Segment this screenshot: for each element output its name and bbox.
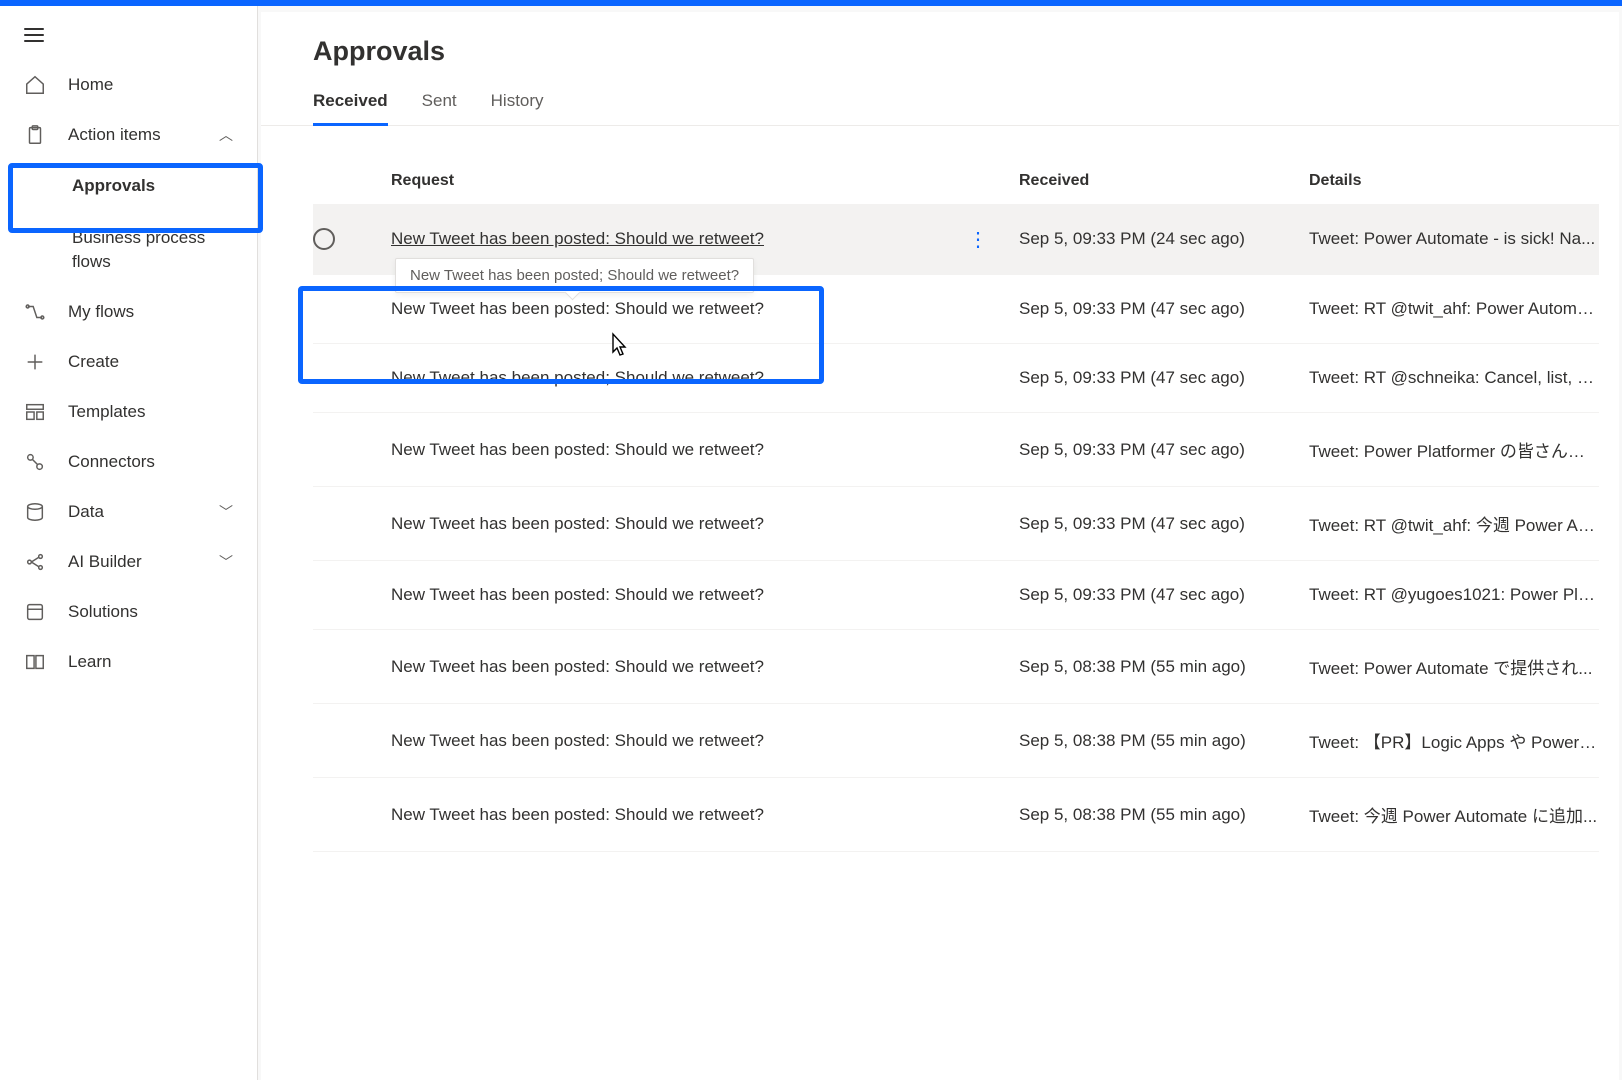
tab-history[interactable]: History: [491, 91, 544, 125]
sidebar-item-label: Action items: [68, 125, 161, 145]
tabs: Received Sent History: [261, 91, 1619, 126]
home-icon: [24, 74, 46, 96]
templates-icon: [24, 401, 46, 423]
sidebar-subitem-business-process-flows[interactable]: Business process flows: [0, 212, 257, 288]
row-received: Sep 5, 09:33 PM (47 sec ago): [1019, 440, 1309, 460]
row-received: Sep 5, 09:33 PM (24 sec ago): [1019, 229, 1309, 249]
row-received: Sep 5, 09:33 PM (47 sec ago): [1019, 299, 1309, 319]
approval-request-link[interactable]: New Tweet has been posted: Should we ret…: [391, 585, 764, 604]
content-area: Approvals Received Sent History Request Re…: [258, 6, 1622, 1080]
row-received: Sep 5, 08:38 PM (55 min ago): [1019, 657, 1309, 677]
row-received: Sep 5, 08:38 PM (55 min ago): [1019, 731, 1309, 751]
table-row[interactable]: New Tweet has been posted: Should we ret…: [313, 413, 1599, 487]
row-details: Tweet: RT @twit_ahf: 今週 Power Aut...: [1309, 511, 1599, 536]
sidebar-item-ai-builder[interactable]: AI Builder ﹀: [0, 537, 257, 587]
row-received: Sep 5, 09:33 PM (47 sec ago): [1019, 514, 1309, 534]
sidebar-item-home[interactable]: Home: [0, 60, 257, 110]
row-details: Tweet: RT @yugoes1021: Power Platf...: [1309, 585, 1599, 605]
table-row[interactable]: New Tweet has been posted: Should we ret…: [313, 704, 1599, 778]
sidebar: Home Action items ︿ ApprovalsBusiness proce…: [0, 6, 258, 1080]
sidebar-item-connectors[interactable]: Connectors: [0, 437, 257, 487]
solutions-icon: [24, 601, 46, 623]
approval-request-link[interactable]: New Tweet has been posted: Should we ret…: [391, 805, 764, 824]
sidebar-item-data[interactable]: Data ﹀: [0, 487, 257, 537]
row-tooltip: New Tweet has been posted; Should we ret…: [395, 258, 754, 293]
plus-icon: [24, 351, 46, 373]
table-row[interactable]: New Tweet has been posted: Should we ret…: [313, 561, 1599, 630]
sidebar-item-create[interactable]: Create: [0, 337, 257, 387]
sidebar-item-my-flows[interactable]: My flows: [0, 287, 257, 337]
hamburger-button[interactable]: [0, 18, 257, 60]
approval-request-link[interactable]: New Tweet has been posted; Should we ret…: [391, 368, 764, 387]
sidebar-item-label: Templates: [68, 402, 145, 422]
row-details: Tweet: Power Platformer の皆さん、 ...: [1309, 437, 1599, 462]
sidebar-subitem-approvals[interactable]: Approvals: [0, 160, 257, 212]
approval-request-link[interactable]: New Tweet has been posted: Should we ret…: [391, 731, 764, 750]
column-request[interactable]: Request: [391, 172, 1019, 190]
page-title: Approvals: [261, 36, 1619, 67]
table-row[interactable]: New Tweet has been posted: Should we ret…: [313, 487, 1599, 561]
row-details: Tweet: 【PR】Logic Apps や Power A...: [1309, 728, 1599, 753]
column-received[interactable]: Received: [1019, 172, 1309, 190]
sidebar-item-label: Data: [68, 502, 104, 522]
data-icon: [24, 501, 46, 523]
tab-received[interactable]: Received: [313, 91, 388, 125]
sidebar-item-label: AI Builder: [68, 552, 142, 572]
row-received: Sep 5, 09:33 PM (47 sec ago): [1019, 585, 1309, 605]
row-details: Tweet: RT @schneika: Cancel, list, rea..…: [1309, 368, 1599, 388]
column-details[interactable]: Details: [1309, 172, 1599, 190]
connectors-icon: [24, 451, 46, 473]
approval-request-link[interactable]: New Tweet has been posted: Should we ret…: [391, 514, 764, 533]
sidebar-item-label: Home: [68, 75, 113, 95]
clipboard-icon: [24, 124, 46, 146]
approvals-table: Request Received Details New Tweet has b…: [261, 126, 1619, 852]
approval-request-link[interactable]: New Tweet has been posted: Should we ret…: [391, 440, 764, 459]
row-more-icon[interactable]: ⋮: [967, 227, 989, 252]
row-select-radio[interactable]: [313, 228, 335, 250]
sidebar-item-label: Create: [68, 352, 119, 372]
table-header: Request Received Details: [313, 126, 1599, 204]
sidebar-item-action-items[interactable]: Action items ︿: [0, 110, 257, 160]
chevron-up-icon: ︿: [219, 125, 233, 145]
ai-builder-icon: [24, 551, 46, 573]
sidebar-item-learn[interactable]: Learn: [0, 637, 257, 687]
sidebar-item-label: Solutions: [68, 602, 138, 622]
row-received: Sep 5, 08:38 PM (55 min ago): [1019, 805, 1309, 825]
learn-icon: [24, 651, 46, 673]
chevron-down-icon: ﹀: [219, 552, 233, 572]
row-details: Tweet: 今週 Power Automate に追加...: [1309, 802, 1599, 827]
approval-request-link[interactable]: New Tweet has been posted: Should we ret…: [391, 657, 764, 676]
table-row[interactable]: New Tweet has been posted: Should we ret…: [313, 778, 1599, 852]
sidebar-item-templates[interactable]: Templates: [0, 387, 257, 437]
table-row[interactable]: New Tweet has been posted; Should we ret…: [313, 344, 1599, 413]
chevron-down-icon: ﹀: [219, 502, 233, 522]
tab-sent[interactable]: Sent: [422, 91, 457, 125]
approval-request-link[interactable]: New Tweet has been posted: Should we ret…: [391, 299, 764, 318]
sidebar-item-label: Learn: [68, 652, 111, 672]
row-details: Tweet: Power Automate - is sick! Na...: [1309, 229, 1599, 249]
sidebar-item-label: My flows: [68, 302, 134, 322]
flows-icon: [24, 301, 46, 323]
approval-request-link[interactable]: New Tweet has been posted: Should we ret…: [391, 229, 764, 248]
sidebar-item-label: Connectors: [68, 452, 155, 472]
hamburger-icon: [24, 28, 44, 42]
row-received: Sep 5, 09:33 PM (47 sec ago): [1019, 368, 1309, 388]
table-row[interactable]: New Tweet has been posted: Should we ret…: [313, 630, 1599, 704]
sidebar-item-solutions[interactable]: Solutions: [0, 587, 257, 637]
row-details: Tweet: Power Automate で提供され...: [1309, 654, 1599, 679]
row-details: Tweet: RT @twit_ahf: Power Automat...: [1309, 299, 1599, 319]
